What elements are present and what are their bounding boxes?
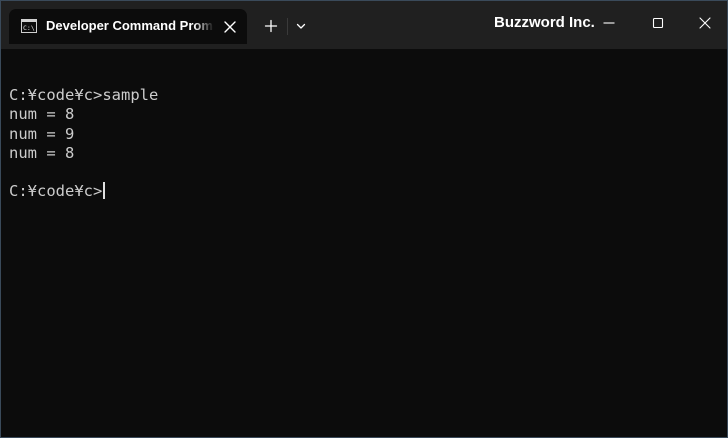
console-prompt: C:¥code¥c> — [9, 182, 103, 201]
tab-divider — [287, 18, 288, 35]
console-prompt-line[interactable]: C:¥code¥c> — [9, 182, 719, 201]
new-tab-button[interactable] — [260, 15, 282, 37]
plus-icon — [264, 19, 278, 33]
tab-title: Developer Command Prompt for VS 2022 — [46, 18, 214, 33]
console-line: num = 8 — [9, 105, 75, 124]
svg-text:C:\: C:\ — [23, 24, 35, 32]
console-line: C:¥code¥c>sample — [9, 86, 159, 105]
close-icon[interactable] — [222, 19, 238, 35]
minimize-button[interactable] — [589, 7, 629, 39]
maximize-icon — [652, 17, 664, 29]
title-bar: C:\ Developer Command Prompt for VS 2022… — [1, 1, 727, 49]
maximize-button[interactable] — [638, 7, 678, 39]
console-icon: C:\ — [21, 19, 37, 33]
console-line: num = 8 — [9, 143, 75, 162]
new-tab-dropdown-button[interactable] — [291, 15, 311, 37]
chevron-down-icon — [296, 23, 306, 29]
text-cursor — [103, 182, 105, 200]
terminal-window: C:\ Developer Command Prompt for VS 2022… — [0, 0, 728, 438]
console-output[interactable]: C:¥code¥c>sample num = 8 num = 9 num = 8… — [9, 67, 719, 431]
close-window-button[interactable] — [685, 7, 725, 39]
minimize-icon — [603, 22, 615, 24]
console-line: num = 9 — [9, 124, 75, 143]
close-icon — [699, 17, 711, 29]
app-title: Buzzword Inc. — [494, 14, 595, 31]
tab-developer-command-prompt[interactable]: C:\ Developer Command Prompt for VS 2022 — [9, 9, 247, 44]
